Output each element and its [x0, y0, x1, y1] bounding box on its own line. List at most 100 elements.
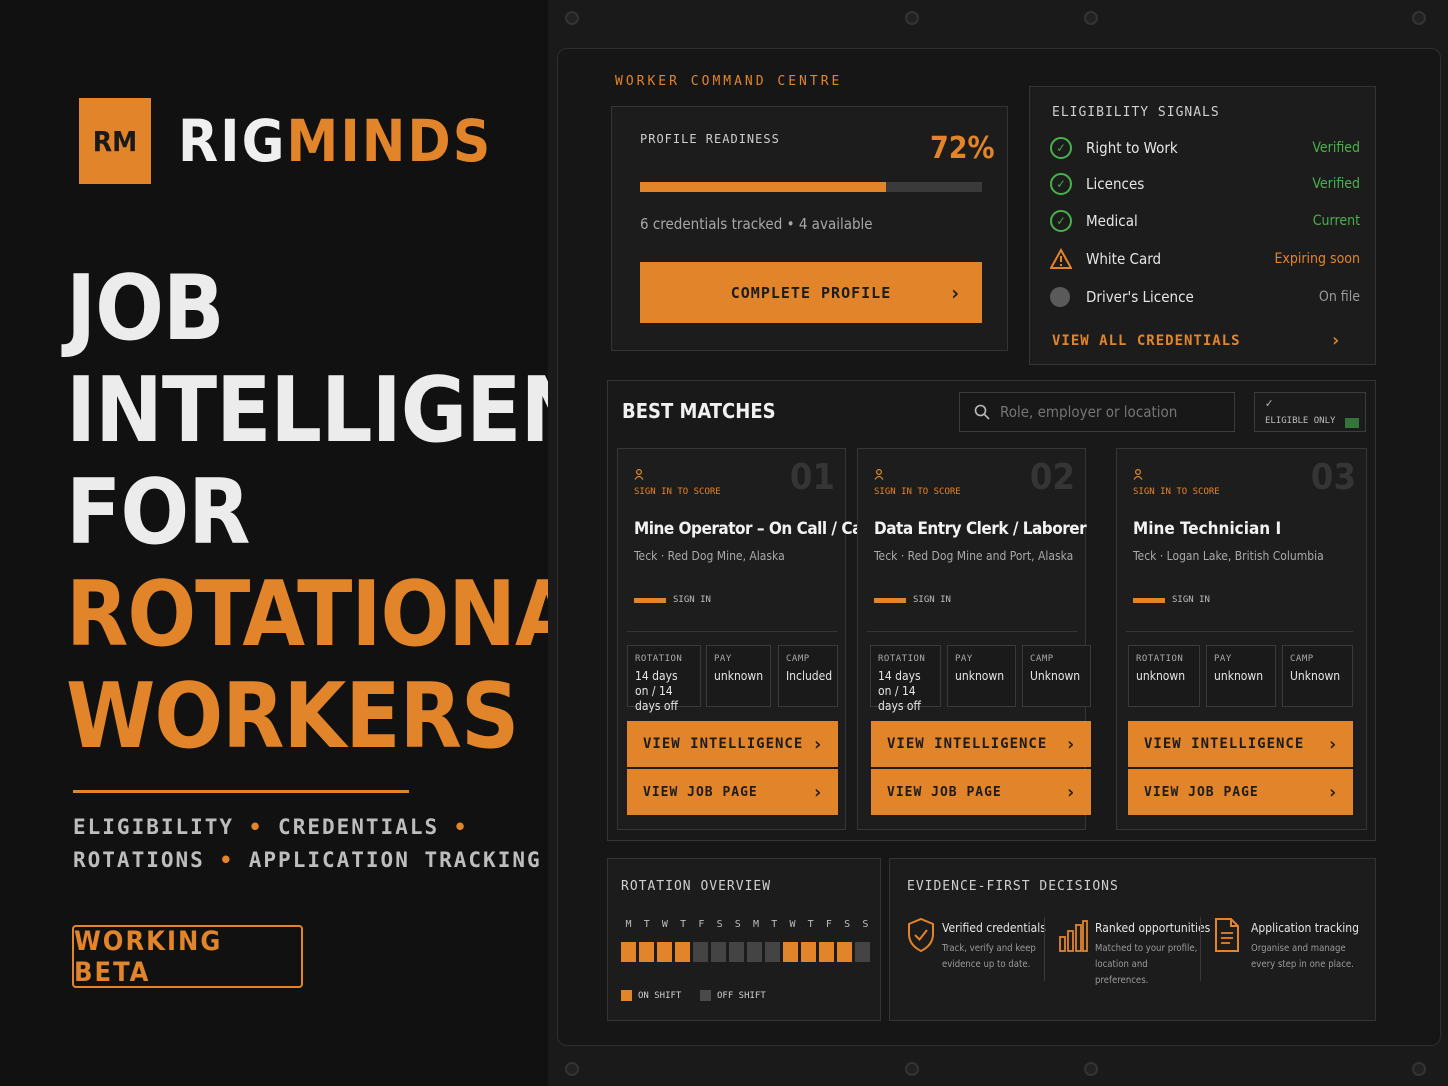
sign-in-link[interactable]: SIGN IN [1172, 595, 1210, 605]
evidence-item-title: Ranked opportunities [1095, 921, 1211, 935]
legend-off-shift: OFF SHIFT [717, 991, 766, 1001]
off-shift-day [765, 942, 780, 962]
chevron-right-icon: › [948, 280, 962, 305]
btn-label: VIEW JOB PAGE [643, 784, 758, 800]
view-job-page-button[interactable]: VIEW JOB PAGE › [871, 769, 1091, 815]
btn-label: VIEW INTELLIGENCE [643, 736, 804, 752]
search-input[interactable] [1000, 403, 1220, 421]
document-icon [1215, 918, 1239, 952]
tagline-line-2: ROTATIONS • APPLICATION TRACKING [73, 848, 542, 872]
tagline-application-tracking: APPLICATION TRACKING [248, 848, 542, 872]
chevron-right-icon: › [1065, 781, 1077, 803]
shield-check-icon [908, 917, 934, 953]
off-shift-day [747, 942, 762, 962]
tagline-line-1: ELIGIBILITY • CREDENTIALS • [73, 815, 468, 839]
score-bar [1133, 598, 1165, 603]
job-meta: Teck · Red Dog Mine, Alaska [634, 549, 785, 563]
complete-profile-button[interactable]: COMPLETE PROFILE › [640, 262, 982, 323]
day-label: M [625, 919, 632, 930]
eligibility-name: White Card [1086, 250, 1162, 268]
view-intelligence-button[interactable]: VIEW INTELLIGENCE › [1128, 721, 1353, 767]
toggle-on-icon [1345, 418, 1359, 428]
eligible-only-label: ELIGIBLE ONLY [1265, 416, 1336, 426]
on-shift-day [801, 942, 816, 962]
view-all-credentials-link[interactable]: VIEW ALL CREDENTIALS › [1052, 330, 1342, 351]
eligibility-name: Driver's Licence [1086, 288, 1194, 306]
eligibility-name: Right to Work [1086, 139, 1178, 157]
job-title[interactable]: Data Entry Clerk / Laborer [874, 519, 1087, 539]
brand-name-part2: MINDS [286, 107, 493, 175]
logo-mark: RM [79, 98, 151, 184]
rivet-icon [565, 1062, 579, 1076]
brand-wordmark: RIGMINDS [178, 106, 492, 176]
bullet: • [219, 848, 235, 872]
evidence-item-desc: Organise and manage every step in one pl… [1251, 943, 1354, 970]
off-shift-day [729, 942, 744, 962]
rotation-overview-card: ROTATION OVERVIEW MTWTFSSMTWTFSS ON SHIF… [607, 858, 881, 1021]
day-label: W [661, 919, 668, 930]
pay-metric: PAY unknown [706, 645, 771, 707]
search-box[interactable] [959, 392, 1235, 432]
divider [1200, 917, 1201, 981]
day-label: T [807, 919, 814, 930]
chevron-right-icon: › [1065, 733, 1077, 755]
divider [1044, 917, 1045, 981]
chevron-right-icon: › [1327, 733, 1339, 755]
chevron-right-icon: › [1330, 330, 1342, 351]
metric-value: unknown [1136, 669, 1186, 683]
readiness-summary: 6 credentials tracked • 4 available [640, 215, 873, 233]
eligibility-row-drivers-licence: Driver's Licence On file [1050, 283, 1360, 311]
check-icon: ✓ [1265, 397, 1274, 410]
evidence-item-title: Verified credentials [942, 921, 1046, 935]
job-rank: 03 [1310, 457, 1356, 498]
day-label: W [789, 919, 796, 930]
on-shift-day [675, 942, 690, 962]
rivet-icon [1412, 11, 1426, 25]
view-intelligence-button[interactable]: VIEW INTELLIGENCE › [871, 721, 1091, 767]
user-icon [1133, 469, 1143, 480]
eligibility-title: ELIGIBILITY SIGNALS [1052, 105, 1220, 120]
rivet-icon [565, 11, 579, 25]
job-title[interactable]: Mine Operator – On Call / Casual [634, 519, 896, 539]
metric-label: ROTATION [635, 654, 683, 664]
on-shift-day [657, 942, 672, 962]
day-label: T [643, 919, 650, 930]
pay-metric: PAY unknown [947, 645, 1016, 707]
metric-label: CAMP [1290, 654, 1314, 664]
bullet: • [248, 815, 264, 839]
view-intelligence-button[interactable]: VIEW INTELLIGENCE › [627, 721, 838, 767]
day-label: M [753, 919, 760, 930]
metric-value: Included [786, 669, 833, 683]
score-label: SIGN IN TO SCORE [874, 487, 961, 497]
metric-label: CAMP [1030, 654, 1054, 664]
tagline-rotations: ROTATIONS [73, 848, 205, 872]
job-rank: 01 [789, 457, 835, 498]
job-meta: Teck · Red Dog Mine and Port, Alaska [874, 549, 1074, 563]
complete-profile-label: COMPLETE PROFILE [730, 283, 892, 302]
camp-metric: CAMP Unknown [1282, 645, 1353, 707]
day-label: S [862, 919, 869, 930]
user-icon [634, 469, 644, 480]
day-label: F [825, 919, 832, 930]
view-job-page-button[interactable]: VIEW JOB PAGE › [1128, 769, 1353, 815]
metric-label: ROTATION [1136, 654, 1184, 664]
sign-in-link[interactable]: SIGN IN [913, 595, 951, 605]
view-job-page-button[interactable]: VIEW JOB PAGE › [627, 769, 838, 815]
eligible-only-toggle[interactable]: ✓ ELIGIBLE ONLY [1254, 392, 1366, 432]
off-shift-swatch [700, 990, 711, 1001]
job-title[interactable]: Mine Technician I [1133, 519, 1343, 539]
bar-chart-icon [1059, 920, 1088, 952]
rotation-title: ROTATION OVERVIEW [621, 879, 772, 894]
job-rank: 02 [1029, 457, 1075, 498]
metric-value: unknown [955, 669, 1005, 683]
sign-in-link[interactable]: SIGN IN [673, 595, 711, 605]
btn-label: VIEW INTELLIGENCE [1144, 736, 1305, 752]
rivet-icon [1412, 1062, 1426, 1076]
eligibility-row-licences: ✓ Licences Verified [1050, 170, 1360, 198]
eligibility-status: Verified [1312, 176, 1360, 192]
on-shift-day [783, 942, 798, 962]
score-label: SIGN IN TO SCORE [1133, 487, 1220, 497]
day-label: T [771, 919, 778, 930]
metric-label: PAY [955, 654, 973, 664]
eligibility-row-medical: ✓ Medical Current [1050, 207, 1360, 235]
